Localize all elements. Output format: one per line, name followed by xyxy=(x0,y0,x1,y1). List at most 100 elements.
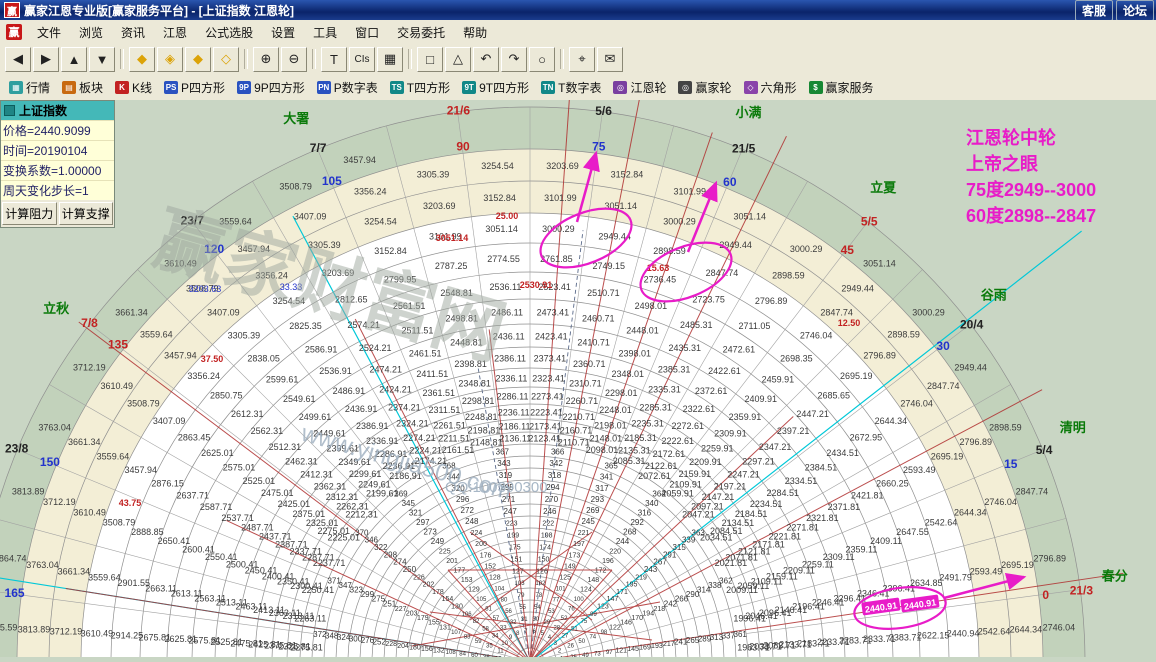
toolbar-button[interactable]: ◆ xyxy=(129,46,155,72)
svg-text:224: 224 xyxy=(471,530,483,537)
chart-type-button[interactable]: 9T 9T四方形 xyxy=(457,77,534,98)
chart-type-button[interactable]: ▦ 行情 xyxy=(4,77,55,98)
svg-text:26: 26 xyxy=(567,644,574,650)
svg-text:34: 34 xyxy=(492,634,499,640)
menu-item[interactable]: 浏览 xyxy=(70,21,112,44)
svg-text:1996.41: 1996.41 xyxy=(733,613,766,623)
gann-wheel-area[interactable]: 2644.34 2695.19 2746.04 2796.89 2847.74 2898.… xyxy=(0,69,1156,662)
svg-text:363: 363 xyxy=(692,528,706,537)
toolbar-button[interactable]: ◇ xyxy=(213,46,239,72)
chart-type-label: 板块 xyxy=(79,80,104,95)
toolbar-button[interactable]: ▲ xyxy=(61,46,87,72)
svg-text:2587.71: 2587.71 xyxy=(200,502,233,512)
svg-text:2685.65: 2685.65 xyxy=(817,391,850,401)
chart-type-icon: TS xyxy=(389,80,404,94)
menu-item[interactable]: 窗口 xyxy=(346,21,388,44)
svg-text:28: 28 xyxy=(553,626,560,632)
svg-text:2499.61: 2499.61 xyxy=(299,412,332,422)
menu-item[interactable]: 设置 xyxy=(262,21,304,44)
toolbar-button[interactable]: ○ xyxy=(529,46,555,72)
chart-type-icon: ◇ xyxy=(743,80,758,94)
svg-text:268: 268 xyxy=(623,527,637,536)
svg-text:37.50: 37.50 xyxy=(201,354,224,364)
svg-text:294: 294 xyxy=(546,483,560,492)
toolbar-button[interactable]: ⊖ xyxy=(281,46,307,72)
svg-text:252: 252 xyxy=(373,638,387,647)
chart-type-icon: $ xyxy=(808,80,823,94)
toolbar-button[interactable]: ↶ xyxy=(473,46,499,72)
toolbar-button[interactable]: □ xyxy=(417,46,443,72)
brand-logo-icon: 赢 xyxy=(6,24,22,40)
chart-type-icon: 9T xyxy=(462,80,477,94)
toolbar-button[interactable]: ⌖ xyxy=(569,46,595,72)
svg-text:75: 75 xyxy=(581,619,588,625)
svg-text:2774.55: 2774.55 xyxy=(487,254,520,264)
tool-bar: ◀ ▶ ▲ ▼ ◆ ◈ ◆ ◇ ⊕ ⊖ T CIs ▦ □ △ ↶ ↷ ○ ⌖ ✉ xyxy=(0,44,1156,75)
svg-text:107: 107 xyxy=(451,630,462,636)
chart-type-button[interactable]: TN T数字表 xyxy=(536,77,606,98)
svg-text:2209.91: 2209.91 xyxy=(689,457,722,467)
chart-type-button[interactable]: K K线 xyxy=(110,77,157,98)
svg-text:297: 297 xyxy=(416,518,430,527)
chart-type-button[interactable]: ◇ 六角形 xyxy=(739,77,802,98)
svg-text:55: 55 xyxy=(519,605,526,611)
toolbar-button[interactable]: ◀ xyxy=(5,46,31,72)
svg-text:2110.71: 2110.71 xyxy=(558,437,590,447)
svg-text:2250.41: 2250.41 xyxy=(302,585,335,595)
menu-item[interactable]: 工具 xyxy=(304,21,346,44)
toolbar-button[interactable]: ▼ xyxy=(89,46,115,72)
toolbar-button[interactable]: ▦ xyxy=(377,46,403,72)
toolbar-button[interactable]: ⊕ xyxy=(253,46,279,72)
svg-text:2536.11: 2536.11 xyxy=(489,282,521,292)
toolbar-button[interactable]: ↷ xyxy=(501,46,527,72)
svg-text:169: 169 xyxy=(639,644,651,651)
titlebar-button[interactable]: 客服 xyxy=(1074,0,1113,21)
menu-item[interactable]: 帮助 xyxy=(454,21,496,44)
calc-button[interactable]: 计算支撑 xyxy=(58,202,113,225)
svg-text:2850.75: 2850.75 xyxy=(210,391,243,401)
toolbar-button[interactable]: CIs xyxy=(349,46,375,72)
svg-text:201: 201 xyxy=(446,558,458,565)
toolbar-separator xyxy=(244,49,248,69)
menu-item[interactable]: 江恩 xyxy=(154,21,196,44)
menu-item[interactable]: 文件 xyxy=(28,21,70,44)
toolbar-button[interactable]: ✉ xyxy=(597,46,623,72)
svg-text:2298.81: 2298.81 xyxy=(462,396,495,406)
toolbar-button[interactable]: △ xyxy=(445,46,471,72)
svg-text:149: 149 xyxy=(564,563,576,570)
svg-text:2009.11: 2009.11 xyxy=(726,585,758,595)
svg-text:3508.79: 3508.79 xyxy=(127,399,160,409)
svg-text:2259.91: 2259.91 xyxy=(701,443,734,453)
chart-type-button[interactable]: ▤ 板块 xyxy=(57,77,108,98)
svg-text:223: 223 xyxy=(506,521,518,528)
titlebar-button[interactable]: 论坛 xyxy=(1115,0,1154,21)
gann-wheel-chart[interactable]: 2644.34 2695.19 2746.04 2796.89 2847.74 2898.… xyxy=(0,69,1156,662)
chart-type-button[interactable]: PS P四方形 xyxy=(159,77,230,98)
chart-type-button[interactable]: ◎ 江恩轮 xyxy=(608,77,671,98)
svg-text:2498.01: 2498.01 xyxy=(635,301,668,311)
svg-text:2272.61: 2272.61 xyxy=(672,421,705,431)
svg-text:大署: 大署 xyxy=(283,111,309,126)
chart-type-button[interactable]: TS T四方形 xyxy=(385,77,455,98)
menu-item[interactable]: 资讯 xyxy=(112,21,154,44)
toolbar-button[interactable]: ▶ xyxy=(33,46,59,72)
toolbar-button[interactable]: ◆ xyxy=(185,46,211,72)
chart-type-label: P数字表 xyxy=(333,80,378,95)
menu-items: 文件 浏览 资讯 江恩 公式选股 设置 工具 窗口 交易委托 帮助 xyxy=(28,21,496,44)
svg-text:2421.81: 2421.81 xyxy=(851,491,884,501)
toolbar-button[interactable]: ◈ xyxy=(157,46,183,72)
menu-item[interactable]: 公式选股 xyxy=(196,21,262,44)
chart-type-button[interactable]: 9P 9P四方形 xyxy=(232,77,310,98)
svg-text:2491.79: 2491.79 xyxy=(939,572,972,582)
toolbar-button[interactable]: T xyxy=(321,46,347,72)
menu-item[interactable]: 交易委托 xyxy=(388,21,454,44)
svg-text:152: 152 xyxy=(484,563,496,570)
toolbar-separator xyxy=(408,49,412,69)
svg-text:2371.81: 2371.81 xyxy=(828,502,861,512)
calc-button[interactable]: 计算阻力 xyxy=(2,202,57,225)
chart-type-button[interactable]: PN P数字表 xyxy=(312,77,383,98)
svg-text:3610.49: 3610.49 xyxy=(100,381,133,391)
chart-type-button[interactable]: $ 赢家服务 xyxy=(804,77,879,98)
chart-type-button[interactable]: ◎ 赢家轮 xyxy=(673,77,736,98)
svg-text:2796.89: 2796.89 xyxy=(1034,554,1067,564)
